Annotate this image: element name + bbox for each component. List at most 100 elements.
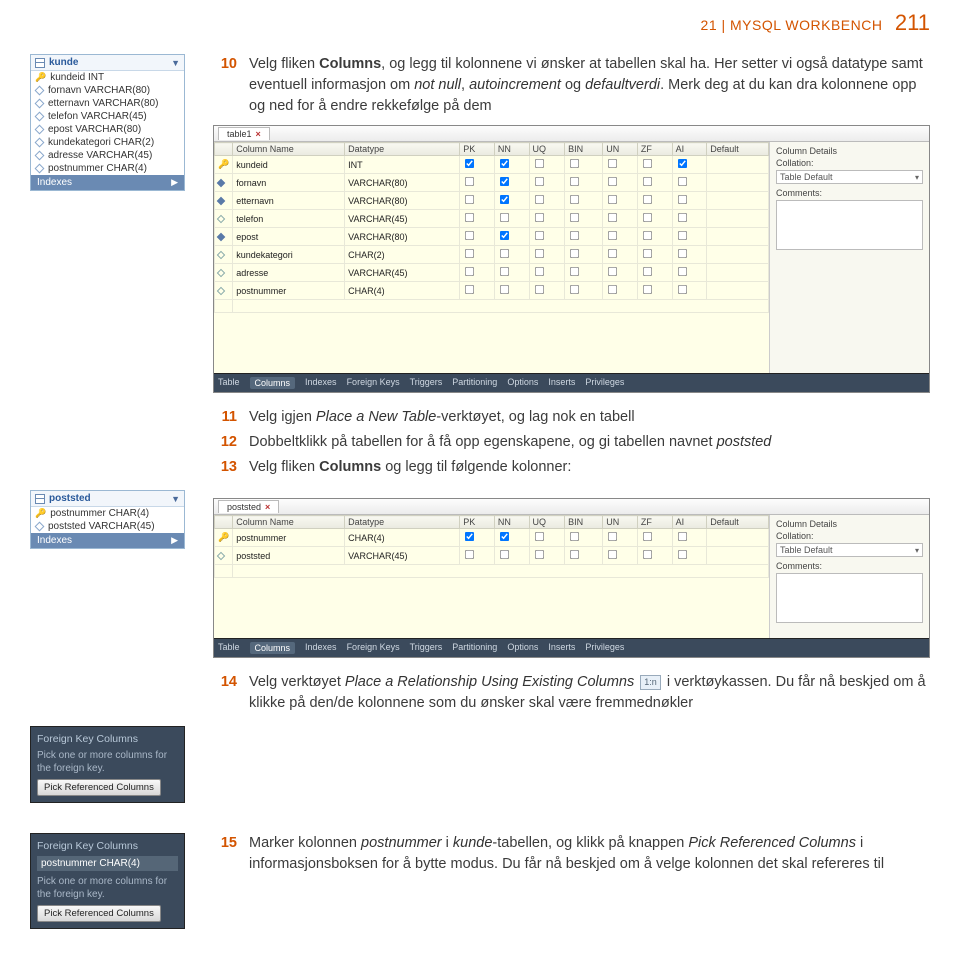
pick-referenced-columns-button[interactable]: Pick Referenced Columns	[37, 779, 161, 796]
grid-checkbox[interactable]	[608, 285, 617, 294]
grid-checkbox[interactable]	[643, 267, 652, 276]
designer-tab-foreign keys[interactable]: Foreign Keys	[347, 377, 400, 389]
grid-checkbox[interactable]	[608, 213, 617, 222]
designer-tab-table[interactable]: Table	[218, 642, 240, 654]
grid-checkbox[interactable]	[678, 195, 687, 204]
grid-row[interactable]: etternavnVARCHAR(80)	[215, 192, 769, 210]
pick-referenced-columns-button[interactable]: Pick Referenced Columns	[37, 905, 161, 922]
grid-row[interactable]: epostVARCHAR(80)	[215, 228, 769, 246]
grid-checkbox[interactable]	[465, 159, 474, 168]
collation-dropdown[interactable]: Table Default▾	[776, 170, 923, 184]
grid-row[interactable]: adresseVARCHAR(45)	[215, 264, 769, 282]
grid-row[interactable]: 🔑kundeidINT	[215, 156, 769, 174]
grid-checkbox[interactable]	[570, 249, 579, 258]
columns-grid[interactable]: Column NameDatatypePKNNUQBINUNZFAIDefaul…	[214, 515, 769, 578]
designer-tab-foreign keys[interactable]: Foreign Keys	[347, 642, 400, 654]
grid-checkbox[interactable]	[570, 231, 579, 240]
designer-tab-columns[interactable]: Columns	[250, 642, 296, 654]
collapse-icon[interactable]: ▼	[171, 58, 180, 68]
grid-checkbox[interactable]	[678, 213, 687, 222]
designer-tab-options[interactable]: Options	[507, 377, 538, 389]
grid-checkbox[interactable]	[534, 195, 543, 204]
grid-checkbox[interactable]	[678, 267, 687, 276]
grid-checkbox[interactable]	[500, 177, 509, 186]
grid-checkbox[interactable]	[465, 249, 474, 258]
grid-checkbox[interactable]	[570, 159, 579, 168]
grid-checkbox[interactable]	[643, 285, 652, 294]
grid-row[interactable]: kundekategoriCHAR(2)	[215, 246, 769, 264]
grid-checkbox[interactable]	[534, 550, 543, 559]
designer-tab-indexes[interactable]: Indexes	[305, 642, 337, 654]
grid-checkbox[interactable]	[608, 159, 617, 168]
grid-checkbox[interactable]	[570, 195, 579, 204]
grid-checkbox[interactable]	[608, 177, 617, 186]
designer-tab[interactable]: poststed×	[218, 500, 279, 513]
grid-checkbox[interactable]	[500, 550, 509, 559]
grid-checkbox[interactable]	[608, 267, 617, 276]
grid-checkbox[interactable]	[608, 532, 617, 541]
close-icon[interactable]: ×	[265, 502, 270, 512]
grid-row[interactable]: telefonVARCHAR(45)	[215, 210, 769, 228]
grid-checkbox[interactable]	[534, 231, 543, 240]
grid-checkbox[interactable]	[465, 267, 474, 276]
grid-checkbox[interactable]	[570, 177, 579, 186]
grid-checkbox[interactable]	[500, 231, 509, 240]
grid-checkbox[interactable]	[534, 532, 543, 541]
grid-checkbox[interactable]	[570, 532, 579, 541]
grid-checkbox[interactable]	[643, 249, 652, 258]
grid-checkbox[interactable]	[608, 249, 617, 258]
grid-checkbox[interactable]	[500, 285, 509, 294]
grid-checkbox[interactable]	[678, 231, 687, 240]
comments-textarea[interactable]	[776, 573, 923, 623]
grid-checkbox[interactable]	[608, 195, 617, 204]
designer-tab-table[interactable]: Table	[218, 377, 240, 389]
grid-checkbox[interactable]	[678, 532, 687, 541]
grid-checkbox[interactable]	[678, 177, 687, 186]
grid-checkbox[interactable]	[500, 249, 509, 258]
indexes-row[interactable]: Indexes▶	[31, 175, 184, 190]
designer-tab-partitioning[interactable]: Partitioning	[452, 642, 497, 654]
grid-checkbox[interactable]	[465, 213, 474, 222]
grid-row[interactable]: postnummerCHAR(4)	[215, 282, 769, 300]
designer-tab-options[interactable]: Options	[507, 642, 538, 654]
grid-checkbox[interactable]	[608, 550, 617, 559]
grid-checkbox[interactable]	[643, 532, 652, 541]
collapse-icon[interactable]: ▼	[171, 494, 180, 504]
grid-checkbox[interactable]	[465, 195, 474, 204]
grid-row[interactable]: poststedVARCHAR(45)	[215, 547, 769, 565]
grid-checkbox[interactable]	[465, 231, 474, 240]
grid-checkbox[interactable]	[500, 213, 509, 222]
grid-checkbox[interactable]	[678, 285, 687, 294]
grid-checkbox[interactable]	[643, 213, 652, 222]
grid-checkbox[interactable]	[465, 532, 474, 541]
grid-checkbox[interactable]	[678, 249, 687, 258]
indexes-row[interactable]: Indexes▶	[31, 533, 184, 548]
grid-checkbox[interactable]	[534, 177, 543, 186]
grid-checkbox[interactable]	[570, 285, 579, 294]
close-icon[interactable]: ×	[256, 129, 261, 139]
columns-grid[interactable]: Column NameDatatypePKNNUQBINUNZFAIDefaul…	[214, 142, 769, 313]
grid-checkbox[interactable]	[465, 285, 474, 294]
grid-checkbox[interactable]	[643, 177, 652, 186]
collation-dropdown[interactable]: Table Default▾	[776, 543, 923, 557]
grid-checkbox[interactable]	[570, 213, 579, 222]
grid-checkbox[interactable]	[465, 550, 474, 559]
designer-tab-inserts[interactable]: Inserts	[548, 377, 575, 389]
designer-tab-inserts[interactable]: Inserts	[548, 642, 575, 654]
comments-textarea[interactable]	[776, 200, 923, 250]
grid-checkbox[interactable]	[643, 231, 652, 240]
designer-tab-columns[interactable]: Columns	[250, 377, 296, 389]
grid-checkbox[interactable]	[465, 177, 474, 186]
grid-checkbox[interactable]	[534, 267, 543, 276]
grid-checkbox[interactable]	[534, 213, 543, 222]
fk-selected-column[interactable]: postnummer CHAR(4)	[37, 856, 178, 871]
designer-tab-indexes[interactable]: Indexes	[305, 377, 337, 389]
grid-checkbox[interactable]	[643, 159, 652, 168]
grid-checkbox[interactable]	[643, 550, 652, 559]
grid-checkbox[interactable]	[500, 159, 509, 168]
grid-checkbox[interactable]	[643, 195, 652, 204]
designer-tab-privileges[interactable]: Privileges	[585, 642, 624, 654]
designer-tab-privileges[interactable]: Privileges	[585, 377, 624, 389]
grid-checkbox[interactable]	[534, 159, 543, 168]
grid-checkbox[interactable]	[570, 267, 579, 276]
